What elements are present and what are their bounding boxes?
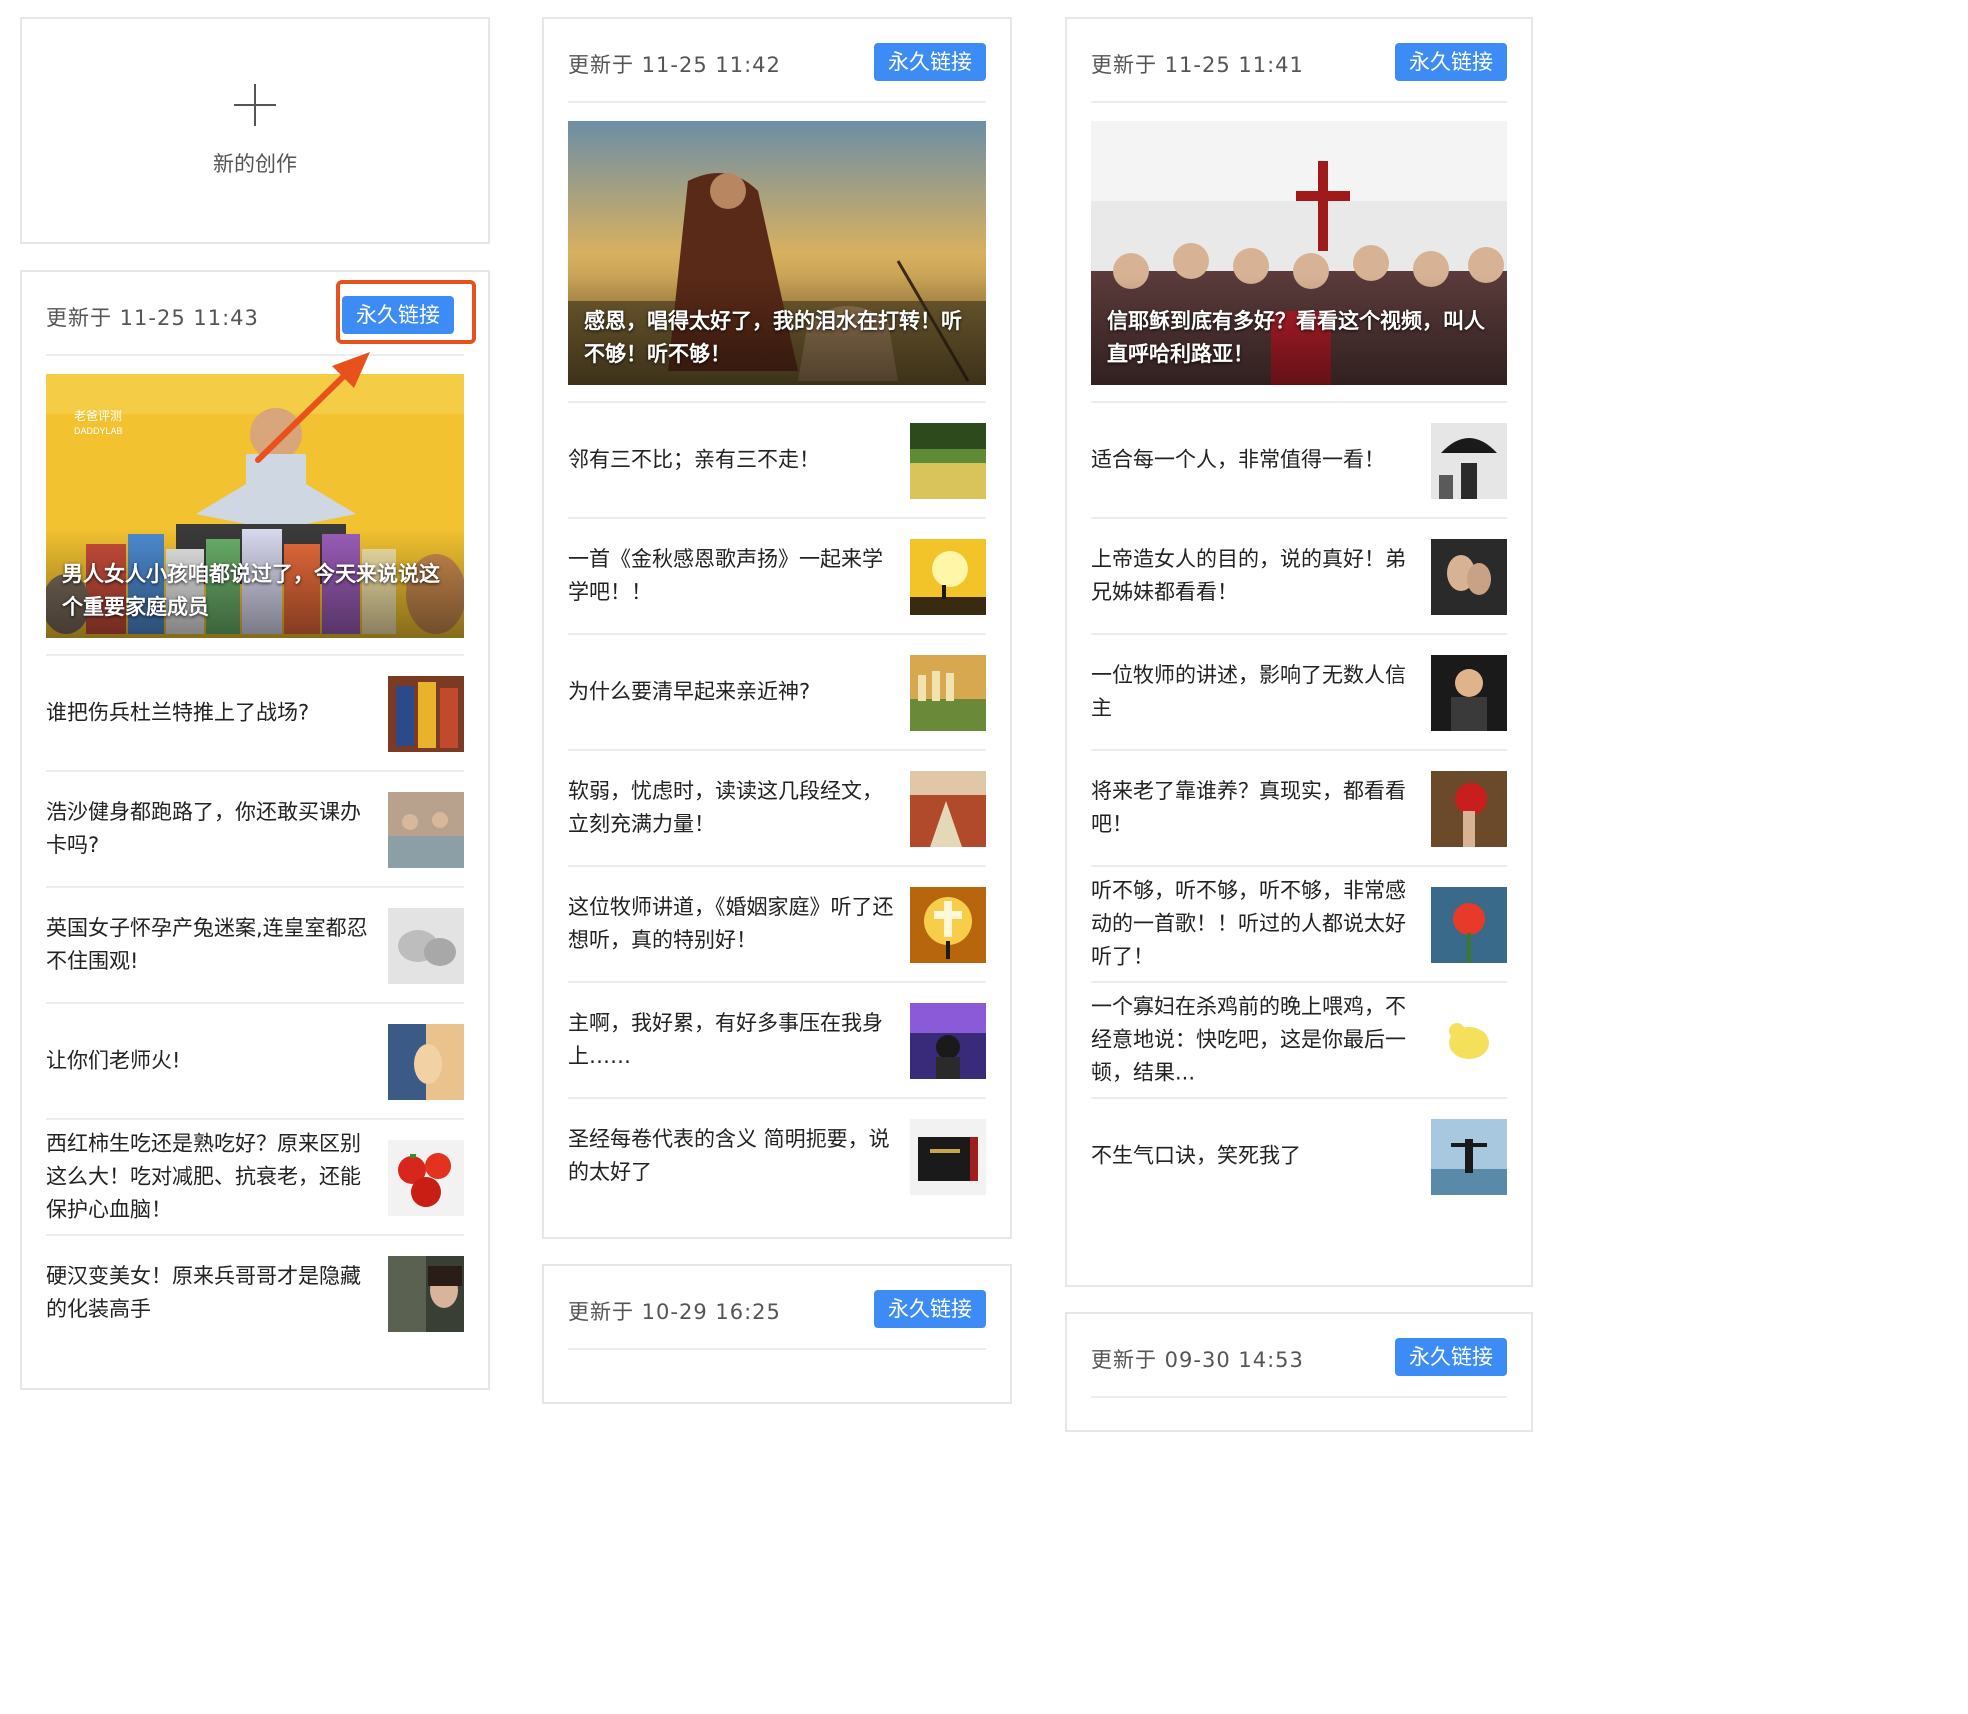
thumbnail-image <box>388 908 464 984</box>
article-card-3: 更新于 11-25 11:41 永久链接 信耶稣到底有多好？看看这个视频，叫人直… <box>1065 17 1533 1287</box>
article-card-5: 更新于 09-30 14:53 永久链接 <box>1065 1312 1533 1432</box>
cover-article[interactable]: 信耶稣到底有多好？看看这个视频，叫人直呼哈利路亚！ <box>1091 121 1507 385</box>
thumbnail-image <box>910 423 986 499</box>
item-title: 一位牧师的讲述，影响了无数人信主 <box>1091 663 1406 720</box>
item-title: 谁把伤兵杜兰特推上了战场? <box>46 700 310 725</box>
cover-article[interactable]: 感恩，唱得太好了，我的泪水在打转！听不够！听不够！ <box>568 121 986 385</box>
item-title: 一个寡妇在杀鸡前的晚上喂鸡，不经意地说：快吃吧，这是你最后一顿，结果... <box>1091 994 1406 1085</box>
updated-time: 更新于 10-29 16:25 <box>568 1300 781 1324</box>
item-title: 这位牧师讲道，《婚姻家庭》听了还想听，真的特别好！ <box>568 895 894 952</box>
list-item[interactable]: 适合每一个人，非常值得一看！ <box>1091 401 1507 517</box>
list-item[interactable]: 圣经每卷代表的含义 简明扼要，说的太好了 <box>568 1097 986 1213</box>
item-title: 软弱，忧虑时，读读这几段经文，立刻充满力量！ <box>568 779 883 836</box>
list-item[interactable]: 硬汉变美女！原来兵哥哥才是隐藏的化装高手 <box>46 1234 464 1350</box>
thumbnail-image <box>910 655 986 731</box>
item-title: 为什么要清早起来亲近神? <box>568 679 811 704</box>
list-item[interactable]: 软弱，忧虑时，读读这几段经文，立刻充满力量！ <box>568 749 986 865</box>
thumbnail-image <box>910 539 986 615</box>
updated-time: 更新于 11-25 11:41 <box>1091 53 1304 77</box>
item-title: 西红柿生吃还是熟吃好？原来区别这么大！吃对减肥、抗衰老，还能保护心血脑！ <box>46 1131 361 1222</box>
cover-article[interactable]: 老爸评测 DADDYLAB 男人女人小孩咱都说过了，今天来说说这个重要家庭成员 <box>46 374 464 638</box>
thumbnail-image <box>910 887 986 963</box>
item-title: 硬汉变美女！原来兵哥哥才是隐藏的化装高手 <box>46 1264 361 1321</box>
thumbnail-image <box>1431 1119 1507 1195</box>
list-item[interactable]: 听不够，听不够，听不够，非常感动的一首歌！！听过的人都说太好听了！ <box>1091 865 1507 981</box>
card-header: 更新于 09-30 14:53 永久链接 <box>1091 1314 1507 1398</box>
thumbnail-image <box>1431 887 1507 963</box>
thumbnail-image <box>1431 655 1507 731</box>
list-item[interactable]: 英国女子怀孕产兔迷案,连皇室都忍不住围观! <box>46 886 464 1002</box>
item-title: 听不够，听不够，听不够，非常感动的一首歌！！听过的人都说太好听了！ <box>1091 878 1406 969</box>
updated-time: 更新于 11-25 11:43 <box>46 306 259 330</box>
new-creation-label: 新的创作 <box>213 151 297 176</box>
thumbnail-image <box>1431 423 1507 499</box>
item-title: 浩沙健身都跑路了，你还敢买课办卡吗? <box>46 800 361 857</box>
thumbnail-image <box>1431 771 1507 847</box>
article-card-2: 更新于 11-25 11:42 永久链接 感恩，唱得太好了，我的泪水在打转！听不… <box>542 17 1012 1239</box>
thumbnail-image <box>1431 539 1507 615</box>
item-title: 上帝造女人的目的，说的真好！弟兄姊妹都看看！ <box>1091 547 1406 604</box>
list-item[interactable]: 让你们老师火! <box>46 1002 464 1118</box>
new-creation-card[interactable]: 新的创作 <box>20 17 490 244</box>
list-item[interactable]: 邻有三不比；亲有三不走！ <box>568 401 986 517</box>
list-item[interactable]: 一位牧师的讲述，影响了无数人信主 <box>1091 633 1507 749</box>
list-item[interactable]: 主啊，我好累，有好多事压在我身上…… <box>568 981 986 1097</box>
article-card-1: 更新于 11-25 11:43 永久链接 老爸评测 DADDYLAB 男人女人小 <box>20 270 490 1390</box>
highlight-box <box>336 280 476 344</box>
list-item[interactable]: 将来老了靠谁养？真现实，都看看吧！ <box>1091 749 1507 865</box>
thumbnail-image <box>910 1119 986 1195</box>
item-title: 邻有三不比；亲有三不走！ <box>568 447 820 472</box>
item-title: 将来老了靠谁养？真现实，都看看吧！ <box>1091 779 1406 836</box>
card-header: 更新于 11-25 11:41 永久链接 <box>1091 19 1507 103</box>
list-item[interactable]: 一个寡妇在杀鸡前的晚上喂鸡，不经意地说：快吃吧，这是你最后一顿，结果... <box>1091 981 1507 1097</box>
list-item[interactable]: 不生气口诀，笑死我了 <box>1091 1097 1507 1213</box>
svg-text:DADDYLAB: DADDYLAB <box>74 426 123 436</box>
article-card-4: 更新于 10-29 16:25 永久链接 <box>542 1264 1012 1404</box>
card-header: 更新于 11-25 11:42 永久链接 <box>568 19 986 103</box>
list-item[interactable]: 浩沙健身都跑路了，你还敢买课办卡吗? <box>46 770 464 886</box>
article-list: 谁把伤兵杜兰特推上了战场? 浩沙健身都跑路了，你还敢买课办卡吗? 英国女子怀孕产… <box>46 654 464 1350</box>
item-title: 不生气口诀，笑死我了 <box>1091 1143 1301 1168</box>
item-title: 适合每一个人，非常值得一看！ <box>1091 447 1385 472</box>
thumbnail-image <box>910 771 986 847</box>
svg-text:老爸评测: 老爸评测 <box>74 409 122 423</box>
plus-icon <box>234 83 276 126</box>
cover-title: 感恩，唱得太好了，我的泪水在打转！听不够！听不够！ <box>584 309 962 366</box>
item-title: 让你们老师火! <box>46 1048 181 1073</box>
updated-time: 更新于 11-25 11:42 <box>568 53 781 77</box>
item-title: 圣经每卷代表的含义 简明扼要，说的太好了 <box>568 1127 890 1184</box>
permalink-button[interactable]: 永久链接 <box>874 43 986 81</box>
thumbnail-image <box>1431 1003 1507 1079</box>
list-item[interactable]: 谁把伤兵杜兰特推上了战场? <box>46 654 464 770</box>
list-item[interactable]: 一首《金秋感恩歌声扬》一起来学学吧！！ <box>568 517 986 633</box>
thumbnail-image <box>388 1140 464 1216</box>
card-header: 更新于 10-29 16:25 永久链接 <box>568 1266 986 1350</box>
thumbnail-image <box>388 676 464 752</box>
thumbnail-image <box>388 1256 464 1332</box>
list-item[interactable]: 上帝造女人的目的，说的真好！弟兄姊妹都看看！ <box>1091 517 1507 633</box>
thumbnail-image <box>388 792 464 868</box>
item-title: 一首《金秋感恩歌声扬》一起来学学吧！！ <box>568 547 883 604</box>
list-item[interactable]: 西红柿生吃还是熟吃好？原来区别这么大！吃对减肥、抗衰老，还能保护心血脑！ <box>46 1118 464 1234</box>
permalink-button[interactable]: 永久链接 <box>1395 43 1507 81</box>
thumbnail-image <box>388 1024 464 1100</box>
permalink-button[interactable]: 永久链接 <box>1395 1338 1507 1376</box>
cover-title: 男人女人小孩咱都说过了，今天来说说这个重要家庭成员 <box>62 562 440 619</box>
list-item[interactable]: 为什么要清早起来亲近神? <box>568 633 986 749</box>
item-title: 主啊，我好累，有好多事压在我身上…… <box>568 1011 883 1068</box>
thumbnail-image <box>910 1003 986 1079</box>
updated-time: 更新于 09-30 14:53 <box>1091 1348 1304 1372</box>
cover-title: 信耶稣到底有多好？看看这个视频，叫人直呼哈利路亚！ <box>1107 309 1485 366</box>
list-item[interactable]: 这位牧师讲道，《婚姻家庭》听了还想听，真的特别好！ <box>568 865 986 981</box>
permalink-button[interactable]: 永久链接 <box>874 1290 986 1328</box>
article-list: 适合每一个人，非常值得一看！ 上帝造女人的目的，说的真好！弟兄姊妹都看看！ 一位… <box>1091 401 1507 1213</box>
item-title: 英国女子怀孕产兔迷案,连皇室都忍不住围观! <box>46 916 368 973</box>
article-list: 邻有三不比；亲有三不走！ 一首《金秋感恩歌声扬》一起来学学吧！！ 为什么要清早起… <box>568 401 986 1213</box>
